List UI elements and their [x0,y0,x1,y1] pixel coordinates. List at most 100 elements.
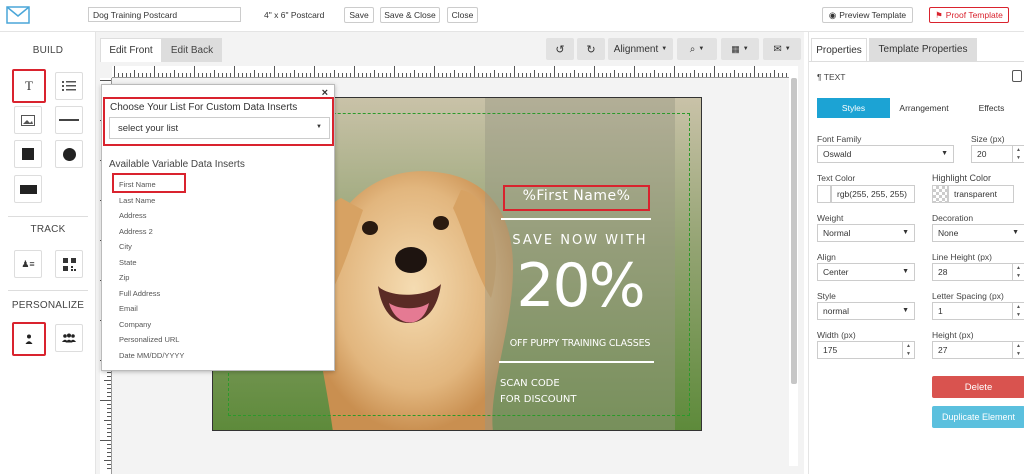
variable-insert-item[interactable]: Address [119,211,147,220]
tab-properties[interactable]: Properties [811,38,867,61]
delete-button[interactable]: Delete [932,376,1024,398]
letter-spacing-label: Letter Spacing (px) [932,291,1004,301]
highlight-color-label: Highlight Color [932,173,992,183]
variable-insert-item[interactable]: Date MM/DD/YYYY [119,351,184,360]
duplicate-element-button[interactable]: Duplicate Element [932,406,1024,428]
text-color-input[interactable]: rgb(255, 255, 255) [831,185,915,203]
build-heading: BUILD [32,45,64,56]
spinner-icon[interactable]: ▲ ▼ [1012,342,1024,358]
contact-tool-button[interactable]: ♟≡ [14,250,42,278]
preview-template-button[interactable]: ◉ Preview Template [822,7,913,23]
banner-tool-button[interactable] [14,175,42,203]
person-icon [25,334,33,344]
weight-select[interactable]: Normal ▼ [817,224,915,242]
variable-insert-item[interactable]: Address 2 [119,227,153,236]
height-input[interactable]: 27 ▲ ▼ [932,341,1024,359]
qr-code-tool-button[interactable] [55,250,83,278]
spinner-icon[interactable]: ▲ ▼ [1012,303,1024,319]
variable-insert-item[interactable]: State [119,258,137,267]
font-family-label: Font Family [817,134,862,144]
close-button[interactable]: Close [447,7,478,23]
variable-insert-item[interactable]: Last Name [119,196,155,205]
subtab-effects[interactable]: Effects [958,98,1024,118]
subtab-arrangement[interactable]: Arrangement [890,98,958,118]
font-family-select[interactable]: Oswald ▼ [817,145,954,163]
caret-down-icon: ▼ [661,46,668,52]
caret-down-icon: ▼ [902,268,909,275]
align-select[interactable]: Center ▼ [817,263,915,281]
alignment-dropdown[interactable]: Alignment ▼ [608,38,673,60]
personalize-person-button[interactable] [12,322,46,356]
line-icon [59,119,79,121]
image-tool-button[interactable] [14,106,42,134]
variable-insert-item[interactable]: Zip [119,273,129,282]
tab-edit-front[interactable]: Edit Front [100,38,162,62]
discount-percent-text[interactable]: 20% [485,251,675,321]
text-tool-button[interactable]: T [12,69,46,103]
width-label: Width (px) [817,330,856,340]
variable-insert-item[interactable]: City [119,242,132,251]
caret-down-icon: ▼ [698,46,705,52]
style-select[interactable]: normal ▼ [817,302,915,320]
line-height-input[interactable]: 28 ▲ ▼ [932,263,1024,281]
save-and-close-button[interactable]: Save & Close [380,7,440,23]
redo-button[interactable]: ↻ [577,38,605,60]
envelope-icon: ✉ [773,43,782,55]
proof-template-button[interactable]: ⚑ Proof Template [929,7,1009,23]
spinner-icon[interactable]: ▲ ▼ [902,342,914,358]
subtab-styles[interactable]: Styles [817,98,890,118]
lock-icon[interactable] [1012,70,1022,82]
line-tool-button[interactable] [55,106,83,134]
grid-dropdown[interactable]: ▦ ▼ [721,38,759,60]
group-icon [62,333,76,343]
personalize-group-button[interactable] [55,324,83,352]
variable-insert-item[interactable]: First Name [119,180,156,189]
letter-spacing-input[interactable]: 1 ▲ ▼ [932,302,1024,320]
text-color-label: Text Color [817,173,856,183]
caret-down-icon: ▼ [784,46,791,52]
caret-down-icon: ▼ [316,124,322,130]
save-now-text[interactable]: SAVE NOW WITH [485,233,675,248]
undo-button[interactable]: ↺ [546,38,574,60]
wide-rectangle-icon [19,184,37,194]
text-section-label: ¶ TEXT [817,72,846,82]
postcard-size-label: 4" x 6" Postcard [264,10,325,20]
flag-icon: ⚑ [935,9,943,20]
track-heading: TRACK [30,224,66,235]
document-name-input[interactable] [88,7,241,22]
list-tool-button[interactable] [55,72,83,100]
offer-text[interactable]: OFF PUPPY TRAINING CLASSES [485,338,675,349]
width-input[interactable]: 175 ▲ ▼ [817,341,915,359]
tab-edit-back[interactable]: Edit Back [162,38,222,62]
size-input[interactable]: 20 ▲ ▼ [971,145,1024,163]
circle-tool-button[interactable] [55,140,83,168]
redo-icon: ↻ [586,43,596,56]
variable-insert-item[interactable]: Full Address [119,289,160,298]
spinner-icon[interactable]: ▲ ▼ [1012,146,1024,162]
save-button[interactable]: Save [344,7,374,23]
size-label: Size (px) [971,134,1005,144]
variable-insert-item[interactable]: Personalized URL [119,335,179,344]
scan-code-line1[interactable]: SCAN CODE [500,378,560,389]
zoom-dropdown[interactable]: ⌕ ▼ [677,38,717,60]
list-chooser-label: Choose Your List For Custom Data Inserts [110,102,298,113]
spinner-icon[interactable]: ▲ ▼ [1012,264,1024,280]
variable-insert-item[interactable]: Company [119,320,151,329]
scan-code-line2[interactable]: FOR DISCOUNT [500,394,577,405]
decoration-select[interactable]: None ▼ [932,224,1024,242]
eye-icon: ◉ [828,9,837,20]
first-name-variable[interactable]: %First Name% [503,188,650,204]
mail-dropdown[interactable]: ✉ ▼ [763,38,801,60]
list-chooser: Choose Your List For Custom Data Inserts… [103,97,334,146]
text-color-swatch[interactable] [817,185,831,203]
list-select[interactable]: select your list ▼ [109,117,330,139]
scrollbar-thumb[interactable] [791,78,797,384]
rectangle-tool-button[interactable] [14,140,42,168]
highlight-color-input[interactable]: transparent [948,185,1014,203]
divider [8,290,88,291]
variable-insert-item[interactable]: Email [119,304,138,313]
divider [499,361,654,363]
tab-template-properties[interactable]: Template Properties [869,38,977,61]
personalize-heading: PERSONALIZE [11,300,85,311]
highlight-swatch[interactable] [932,185,948,203]
